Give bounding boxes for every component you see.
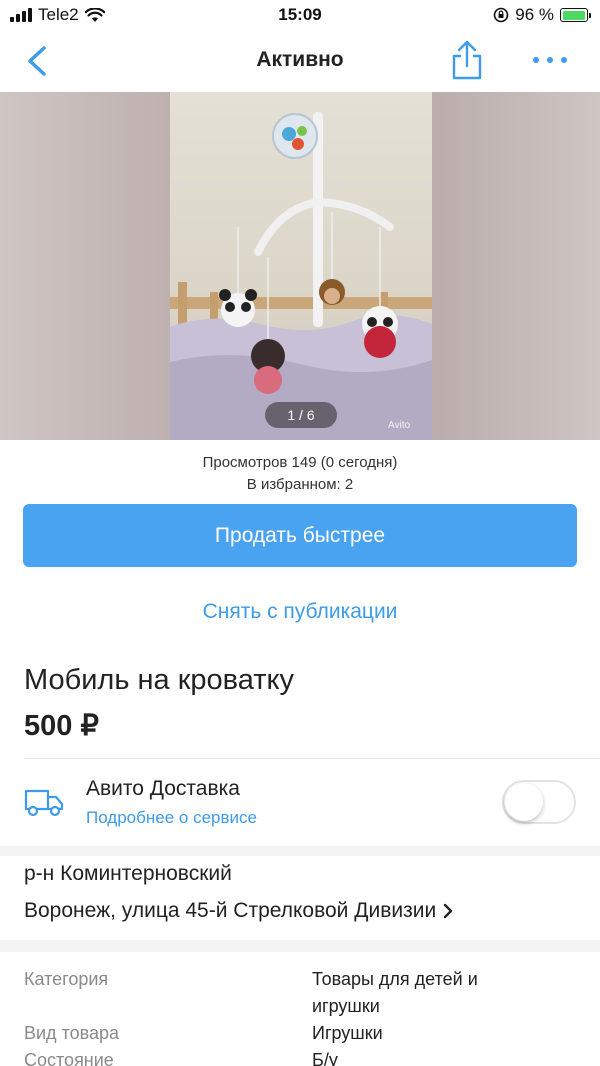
param-label: Категория [24, 969, 109, 989]
watermark-logo: Avito [388, 420, 411, 431]
photo-counter: 1 / 6 [265, 402, 337, 428]
crib-mobile-illustration [170, 112, 432, 440]
battery-icon [560, 8, 591, 22]
address-text: Воронеж, улица 45-й Стрелковой Дивизии [24, 899, 437, 922]
toggle-knob [505, 783, 543, 821]
params-list: Категория Товары для детей и игрушки Вид… [24, 966, 584, 1066]
truck-icon [24, 789, 64, 817]
listing-stats: Просмотров 149 (0 сегодня) В избранном: … [0, 452, 600, 496]
more-icon[interactable] [528, 50, 572, 70]
chevron-right-icon [443, 903, 453, 919]
param-value: Б/у [312, 1050, 338, 1066]
param-row: Категория Товары для детей и игрушки [24, 966, 584, 1020]
listing-price: 500 ₽ [24, 710, 99, 742]
section-separator [0, 940, 600, 952]
param-value: Товары для детей и игрушки [312, 969, 478, 1016]
views-count: Просмотров 149 (0 сегодня) [202, 454, 398, 471]
battery-percent: 96 % [515, 5, 554, 24]
nav-bar: Активно [0, 30, 600, 92]
page-title: Активно [256, 48, 344, 71]
delivery-details-link[interactable]: Подробнее о сервисе [86, 808, 257, 828]
param-label: Состояние [24, 1050, 114, 1066]
listing-photo [170, 92, 432, 440]
location-address[interactable]: Воронеж, улица 45-й Стрелковой Дивизии [24, 899, 454, 923]
param-row: Состояние Б/у [24, 1047, 584, 1066]
unpublish-button[interactable]: Снять с публикации [0, 600, 600, 624]
param-label: Вид товара [24, 1023, 120, 1043]
sell-faster-button[interactable]: Продать быстрее [23, 504, 577, 567]
battery-level [562, 10, 585, 20]
delivery-toggle[interactable] [502, 780, 576, 824]
favorites-count: В избранном: 2 [246, 476, 354, 493]
status-bar: Tele2 15:09 96 % [0, 0, 600, 30]
divider [24, 758, 600, 759]
param-value: Игрушки [312, 1023, 383, 1043]
param-row: Вид товара Игрушки [24, 1020, 584, 1047]
orientation-lock-icon [493, 7, 509, 23]
share-icon[interactable] [448, 40, 486, 80]
listing-title: Мобиль на кроватку [24, 664, 295, 696]
photo-gallery[interactable] [0, 92, 600, 440]
section-separator [0, 846, 600, 856]
status-right: 96 % [493, 5, 591, 25]
location-district: р-н Коминтерновский [24, 862, 232, 885]
delivery-title: Авито Доставка [86, 777, 240, 800]
